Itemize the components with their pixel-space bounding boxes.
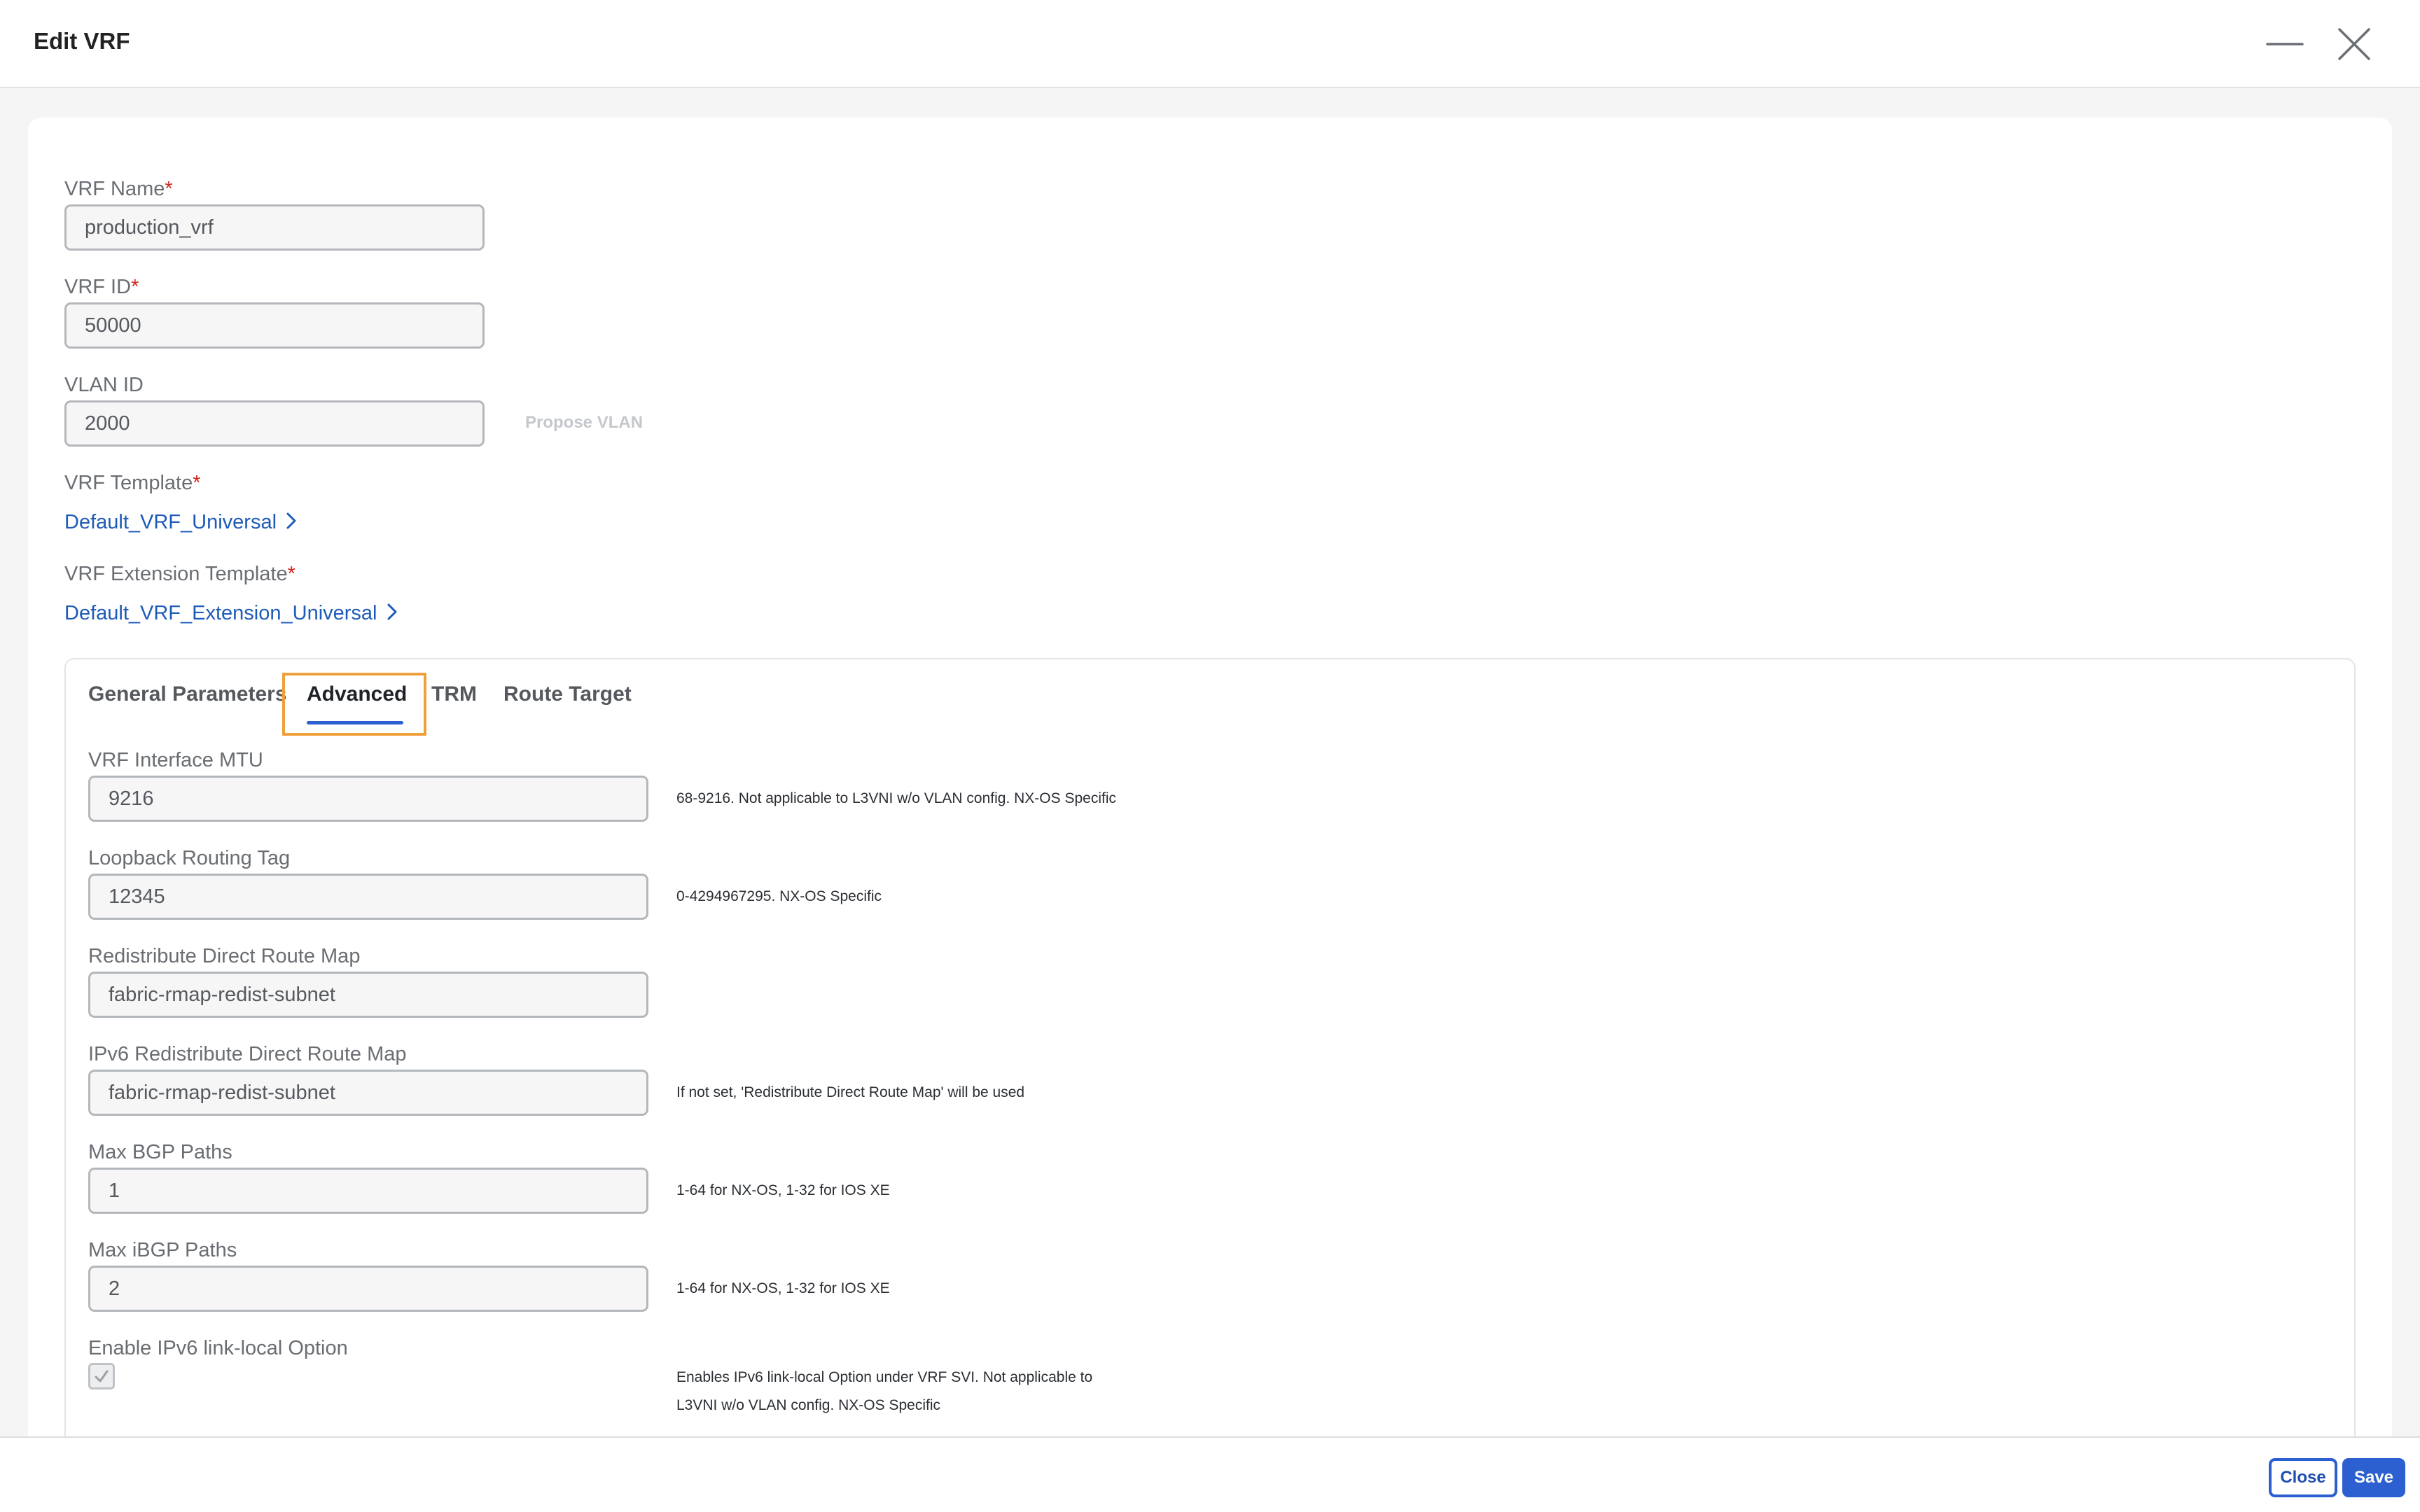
close-button[interactable]: Close <box>2269 1458 2337 1497</box>
tab-trm[interactable]: TRM <box>431 682 477 706</box>
vrf-template-link[interactable]: Default_VRF_Universal <box>64 511 298 534</box>
max-ibgp-paths-input[interactable] <box>88 1266 648 1312</box>
vrf-id-input[interactable] <box>64 302 485 349</box>
checkmark-icon <box>95 1370 109 1382</box>
minimize-icon[interactable] <box>2266 28 2304 60</box>
mtu-hint: 68-9216. Not applicable to L3VNI w/o VLA… <box>676 790 1116 806</box>
dialog-footer <box>0 1436 2420 1512</box>
required-mark: * <box>193 472 201 494</box>
vrf-extension-template-label: VRF Extension Template* <box>64 563 295 585</box>
vrf-template-label: VRF Template* <box>64 472 201 494</box>
ipv6-redist-route-map-hint: If not set, 'Redistribute Direct Route M… <box>676 1084 1025 1100</box>
close-icon[interactable] <box>2335 25 2373 63</box>
ipv6-link-local-hint-line1: Enables IPv6 link-local Option under VRF… <box>676 1369 1093 1385</box>
mtu-label: VRF Interface MTU <box>88 749 263 771</box>
ipv6-redist-route-map-input[interactable] <box>88 1070 648 1116</box>
max-bgp-paths-label: Max BGP Paths <box>88 1141 232 1163</box>
redist-route-map-label: Redistribute Direct Route Map <box>88 945 361 967</box>
mtu-input[interactable] <box>88 776 648 822</box>
vrf-name-input[interactable] <box>64 204 485 251</box>
vlan-id-input[interactable] <box>64 400 485 447</box>
chevron-right-icon <box>286 512 296 529</box>
max-ibgp-paths-hint: 1-64 for NX-OS, 1-32 for IOS XE <box>676 1280 890 1296</box>
ipv6-redist-route-map-label: IPv6 Redistribute Direct Route Map <box>88 1043 407 1065</box>
vrf-extension-template-link[interactable]: Default_VRF_Extension_Universal <box>64 602 398 625</box>
max-bgp-paths-hint: 1-64 for NX-OS, 1-32 for IOS XE <box>676 1182 890 1198</box>
vlan-id-label: VLAN ID <box>64 374 144 396</box>
loopback-tag-input[interactable] <box>88 874 648 920</box>
chevron-right-icon <box>387 603 396 620</box>
tab-route-target[interactable]: Route Target <box>503 682 632 706</box>
ipv6-link-local-checkbox[interactable] <box>88 1363 115 1390</box>
ipv6-link-local-label: Enable IPv6 link-local Option <box>88 1337 348 1359</box>
tab-highlight-box <box>282 673 426 736</box>
vrf-name-label: VRF Name* <box>64 178 173 200</box>
max-bgp-paths-input[interactable] <box>88 1168 648 1214</box>
propose-vlan-button[interactable]: Propose VLAN <box>525 413 643 433</box>
redist-route-map-input[interactable] <box>88 972 648 1018</box>
max-ibgp-paths-label: Max iBGP Paths <box>88 1239 237 1261</box>
required-mark: * <box>131 276 139 298</box>
dialog-header: Edit VRF <box>0 0 2420 88</box>
ipv6-link-local-hint-line2: L3VNI w/o VLAN config. NX-OS Specific <box>676 1397 940 1413</box>
dialog-title: Edit VRF <box>34 28 130 54</box>
loopback-tag-hint: 0-4294967295. NX-OS Specific <box>676 888 882 904</box>
vrf-id-label: VRF ID* <box>64 276 139 298</box>
loopback-tag-label: Loopback Routing Tag <box>88 847 291 869</box>
required-mark: * <box>165 178 173 200</box>
save-button[interactable]: Save <box>2342 1458 2405 1497</box>
tab-general-parameters[interactable]: General Parameters <box>88 682 287 706</box>
required-mark: * <box>287 563 295 585</box>
